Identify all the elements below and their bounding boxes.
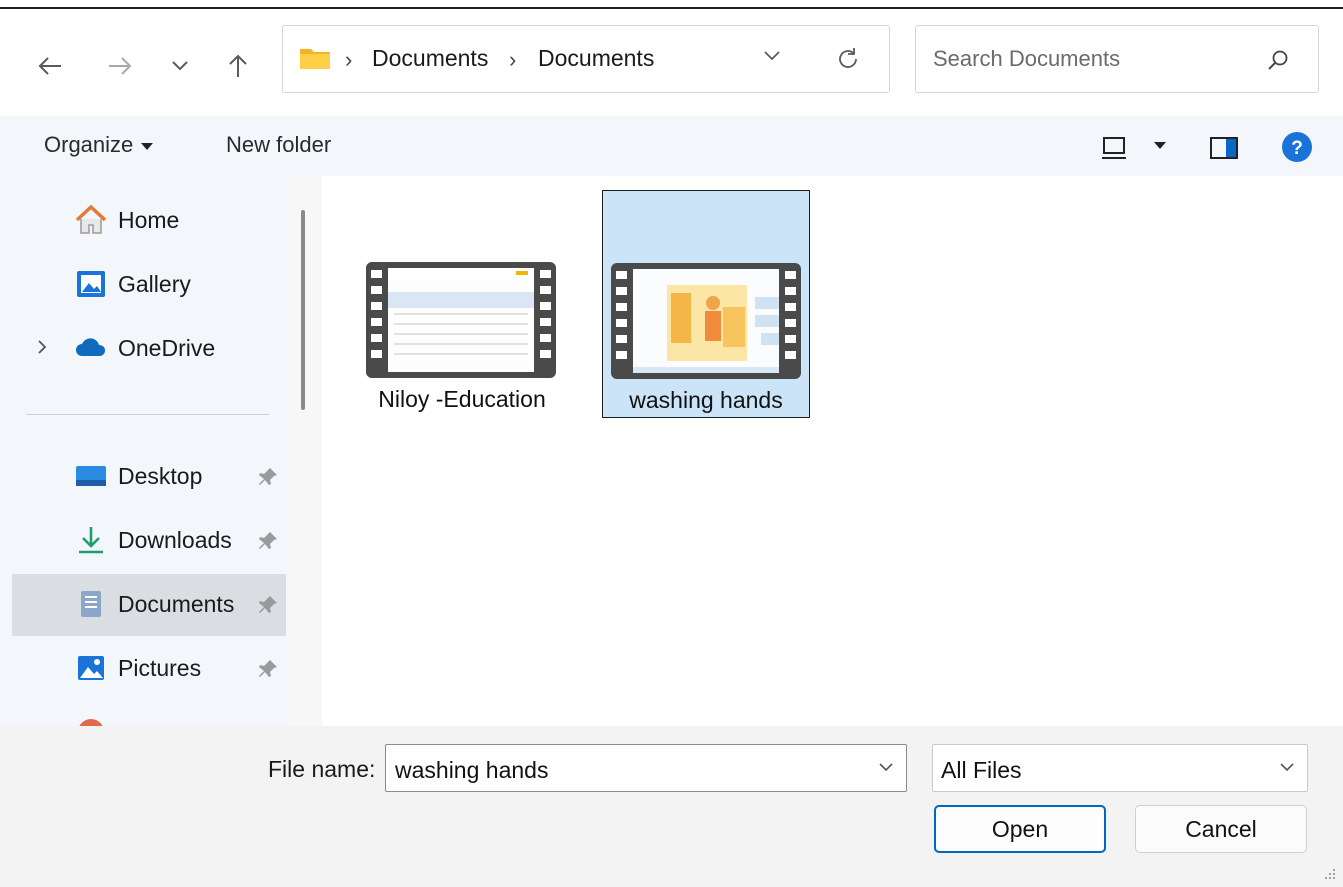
file-name-label: File name:: [268, 756, 376, 782]
sidebar-item-home[interactable]: Home: [12, 190, 286, 252]
folder-icon: [300, 49, 330, 69]
sidebar-item-label: Desktop: [118, 463, 203, 489]
organize-menu[interactable]: Organize: [44, 132, 154, 158]
organize-label: Organize: [44, 132, 134, 157]
documents-icon: [81, 591, 101, 617]
sidebar-item-label: Downloads: [118, 527, 232, 553]
breadcrumb-separator: ›: [509, 47, 517, 72]
sidebar-item-downloads[interactable]: Downloads: [12, 510, 286, 572]
sidebar-item-documents[interactable]: Documents: [12, 574, 286, 636]
download-icon: [79, 527, 103, 554]
sidebar-item-label: Home: [118, 207, 180, 233]
resize-grip-icon[interactable]: [1323, 867, 1337, 881]
sidebar-divider: [26, 414, 269, 415]
refresh-icon[interactable]: [835, 46, 861, 72]
file-type-select[interactable]: All Files: [932, 744, 1308, 792]
arrow-up-icon: [229, 54, 247, 77]
cancel-button[interactable]: Cancel: [1135, 805, 1307, 853]
address-dropdown-icon[interactable]: [763, 50, 781, 62]
file-name-value[interactable]: washing hands: [395, 757, 548, 784]
sidebar-item-pictures[interactable]: Pictures: [12, 638, 286, 700]
music-icon: [79, 719, 103, 726]
sidebar-item-onedrive[interactable]: OneDrive: [12, 318, 286, 380]
sidebar-scrollbar-thumb[interactable]: [301, 210, 305, 410]
file-list: Niloy -Education washing hands: [322, 176, 1343, 726]
search-input[interactable]: Search Documents: [933, 46, 1120, 72]
breadcrumb-separator: ›: [345, 47, 353, 72]
onedrive-icon: [76, 338, 106, 356]
sidebar-item-label: Documents: [118, 591, 235, 617]
view-dropdown-icon[interactable]: [1154, 142, 1166, 149]
preview-pane-icon[interactable]: [1209, 135, 1239, 161]
home-icon: [75, 204, 107, 234]
sidebar-item-gallery[interactable]: Gallery: [12, 254, 286, 316]
sidebar-scrollbar[interactable]: [288, 176, 322, 726]
arrow-right-icon: [109, 57, 132, 75]
sidebar-item-label: OneDrive: [118, 335, 216, 361]
sidebar-item-label: Pictures: [118, 655, 202, 681]
caret-down-icon: [141, 142, 154, 150]
breadcrumb-item[interactable]: Documents: [372, 45, 488, 72]
address-bar[interactable]: › Documents › Documents: [282, 25, 890, 93]
chevron-down-icon[interactable]: [878, 761, 894, 773]
file-item[interactable]: Niloy -Education: [358, 190, 566, 418]
pin-icon[interactable]: [257, 466, 279, 488]
sidebar-item-label: Gallery: [118, 271, 191, 297]
search-icon[interactable]: [1266, 48, 1290, 72]
navigation-pane: Home Gallery OneDrive Desktop Downloads …: [0, 176, 322, 726]
view-options-icon[interactable]: [1101, 135, 1129, 161]
sidebar-item-desktop[interactable]: Desktop: [12, 446, 286, 508]
new-folder-button[interactable]: New folder: [226, 132, 331, 158]
file-type-value: All Files: [941, 757, 1022, 783]
pictures-icon: [78, 656, 104, 680]
desktop-icon: [76, 466, 106, 486]
dialog-footer: File name: washing hands All Files Open …: [0, 726, 1343, 887]
pin-icon[interactable]: [257, 594, 279, 616]
file-name: Niloy -Education: [378, 386, 546, 412]
arrow-left-icon: [38, 57, 61, 75]
recent-locations-button[interactable]: [160, 46, 200, 86]
video-file-icon: [366, 262, 556, 378]
file-item-selected[interactable]: washing hands: [602, 190, 810, 418]
chevron-down-icon: [172, 61, 188, 71]
breadcrumb-item[interactable]: Documents: [538, 45, 654, 72]
chevron-down-icon: [1280, 763, 1294, 772]
window-top-edge: [0, 0, 1343, 9]
command-bar: Organize New folder ?: [0, 116, 1343, 176]
svg-text:?: ?: [1291, 138, 1303, 159]
gallery-icon: [77, 271, 105, 297]
sidebar-item-music-partial[interactable]: [12, 702, 286, 726]
forward-button[interactable]: [100, 46, 140, 86]
back-button[interactable]: [30, 46, 70, 86]
address-row: › Documents › Documents Search Documents: [0, 11, 1343, 116]
pin-icon[interactable]: [257, 530, 279, 552]
file-name-field[interactable]: washing hands: [385, 744, 907, 792]
pin-icon[interactable]: [257, 658, 279, 680]
help-icon[interactable]: ?: [1281, 131, 1313, 163]
file-name: washing hands: [629, 387, 783, 413]
up-button[interactable]: [218, 46, 258, 86]
chevron-right-icon[interactable]: [36, 338, 48, 356]
video-file-icon: [611, 263, 801, 379]
open-button[interactable]: Open: [934, 805, 1106, 853]
search-box[interactable]: Search Documents: [915, 25, 1319, 93]
